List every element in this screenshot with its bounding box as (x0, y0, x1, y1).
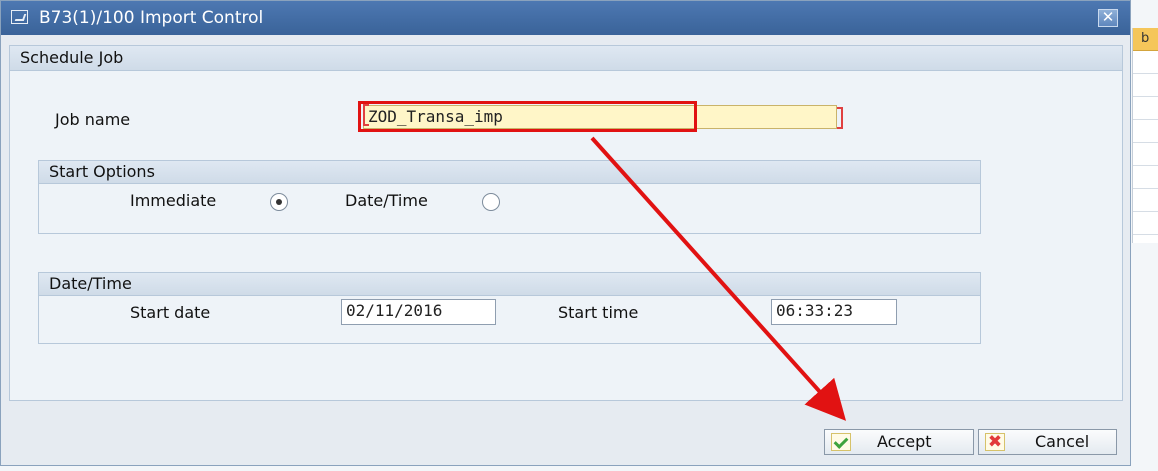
dialog-title: B73(1)/100 Import Control (39, 8, 264, 28)
dialog-titlebar[interactable]: B73(1)/100 Import Control ✕ (1, 1, 1130, 35)
background-table-header: b (1133, 28, 1158, 51)
cancel-button-label: Cancel (1035, 432, 1090, 451)
start-date-input[interactable]: 02/11/2016 (341, 299, 496, 325)
dialog-window-icon (11, 10, 28, 24)
background-table-row (1133, 51, 1158, 74)
start-options-title: Start Options (39, 161, 980, 184)
background-table-row (1133, 212, 1158, 235)
background-table-row (1133, 189, 1158, 212)
check-icon (831, 433, 851, 451)
job-name-highlight (358, 101, 697, 132)
immediate-label: Immediate (130, 191, 217, 210)
background-table: b (1132, 28, 1158, 243)
background-table-row (1133, 166, 1158, 189)
start-time-input[interactable]: 06:33:23 (771, 299, 897, 325)
cancel-button[interactable]: ✖ Cancel (978, 429, 1117, 455)
background-table-row (1133, 120, 1158, 143)
close-button[interactable]: ✕ (1098, 9, 1118, 27)
start-date-label: Start date (130, 303, 211, 322)
date-time-title: Date/Time (39, 273, 980, 296)
start-time-label: Start time (558, 303, 639, 322)
schedule-job-title: Schedule Job (10, 46, 1122, 71)
datetime-option-label: Date/Time (345, 191, 428, 210)
immediate-radio[interactable] (270, 193, 288, 211)
cancel-x-icon: ✖ (985, 433, 1005, 451)
accept-button-label: Accept (877, 432, 932, 451)
required-bracket-right (837, 107, 843, 129)
datetime-radio[interactable] (482, 193, 500, 211)
background-table-row (1133, 143, 1158, 166)
job-name-label: Job name (55, 110, 131, 129)
import-control-dialog: B73(1)/100 Import Control ✕ Schedule Job… (0, 0, 1131, 466)
background-table-row (1133, 74, 1158, 97)
accept-button[interactable]: Accept (824, 429, 974, 455)
background-table-row (1133, 97, 1158, 120)
